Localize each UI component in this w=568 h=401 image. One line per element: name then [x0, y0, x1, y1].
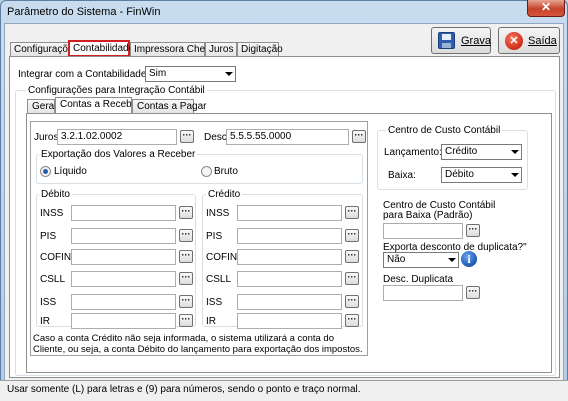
credit-iss-input[interactable]	[237, 294, 342, 310]
credit-cofins-lookup-button[interactable]: ···	[345, 250, 359, 263]
debit-label-inss: INSS	[40, 208, 64, 219]
save-button-label: Grava	[461, 35, 491, 47]
credit-inss-input[interactable]	[237, 205, 342, 221]
default-cc-label-line2: para Baixa (Padrão)	[383, 210, 473, 221]
export-discount-select[interactable]: Não	[383, 252, 459, 268]
credit-iss-lookup-button[interactable]: ···	[345, 295, 359, 308]
subtab-geral[interactable]: Geral	[27, 99, 57, 114]
debit-cofins-input[interactable]	[71, 249, 176, 265]
debit-label-iss: ISS	[40, 297, 57, 308]
tab-digitacao[interactable]: Digitação	[237, 42, 283, 57]
desc-account-input[interactable]: 5.5.5.55.0000	[226, 129, 349, 145]
credit-csll-input[interactable]	[237, 271, 342, 287]
debit-iss-input[interactable]	[71, 294, 176, 310]
subtab-contas-a-pagar[interactable]: Contas a Pagar	[132, 99, 207, 114]
chevron-down-icon	[225, 72, 233, 76]
credit-label-inss: INSS	[206, 208, 230, 219]
floppy-disk-icon	[438, 32, 455, 49]
debit-csll-input[interactable]	[71, 271, 176, 287]
gross-radio[interactable]	[201, 166, 212, 177]
integration-group-title: Configurações para Integração Contábil	[26, 85, 207, 96]
integrate-select[interactable]: Sim	[145, 66, 236, 82]
subtab-contas-a-receber[interactable]: Contas a Receber	[55, 97, 141, 114]
debit-title: Débito	[39, 189, 72, 200]
settle-select-value: Débito	[445, 169, 474, 180]
credit-csll-lookup-button[interactable]: ···	[345, 272, 359, 285]
settle-label: Baixa:	[388, 170, 416, 181]
juros-label: Juros	[34, 132, 59, 143]
settle-select[interactable]: Débito	[441, 167, 522, 183]
tab-label: Digitação	[241, 44, 283, 55]
status-text: Usar somente (L) para letras e (9) para …	[7, 384, 361, 395]
exit-button-label: Saída	[528, 35, 557, 47]
debit-inss-lookup-button[interactable]: ···	[179, 206, 193, 219]
subtab-label: Contas a Pagar	[137, 101, 207, 112]
juros-account-value: 3.2.1.02.0002	[61, 131, 123, 142]
subtab-label: Contas a Receber	[60, 99, 141, 110]
credit-label-pis: PIS	[206, 231, 223, 242]
credit-label-ir: IR	[206, 316, 216, 327]
integrate-label: Integrar com a Contabilidade ?	[18, 69, 155, 80]
exit-button[interactable]: ✕ Saída	[498, 27, 560, 54]
chevron-down-icon	[511, 173, 519, 177]
launch-select[interactable]: Crédito	[441, 144, 522, 160]
debit-label-ir: IR	[40, 316, 50, 327]
tab-configuracoes[interactable]: Configurações	[10, 42, 78, 57]
credit-cofins-input[interactable]	[237, 249, 342, 265]
juros-lookup-button[interactable]: ···	[180, 130, 194, 143]
export-values-title: Exportação dos Valores a Receber	[39, 149, 198, 160]
window-close-button[interactable]: ✕	[527, 0, 565, 17]
debit-cofins-lookup-button[interactable]: ···	[179, 250, 193, 263]
debit-label-pis: PIS	[40, 231, 57, 242]
tab-label: Juros	[209, 44, 234, 55]
save-button[interactable]: Grava	[431, 27, 491, 54]
launch-select-value: Crédito	[445, 146, 478, 157]
credit-inss-lookup-button[interactable]: ···	[345, 206, 359, 219]
close-icon: ✕	[540, 0, 552, 14]
juros-account-input[interactable]: 3.2.1.02.0002	[57, 129, 177, 145]
exit-x-icon: ✕	[505, 32, 523, 50]
desc-lookup-button[interactable]: ···	[352, 130, 366, 143]
tab-juros[interactable]: Juros	[205, 42, 237, 57]
cost-center-title: Centro de Custo Contábil	[386, 125, 503, 136]
tab-contabilidade[interactable]: Contabilidade	[68, 40, 134, 57]
debit-pis-lookup-button[interactable]: ···	[179, 229, 193, 242]
desc-account-value: 5.5.5.55.0000	[230, 131, 292, 142]
credit-account-note: Caso a conta Crédito não seja informada,…	[33, 333, 363, 355]
debit-ir-input[interactable]	[71, 313, 176, 329]
tab-label: Contabilidade	[73, 43, 135, 54]
credit-label-csll: CSLL	[206, 274, 232, 285]
liquid-radio-label: Líquido	[54, 166, 87, 177]
chevron-down-icon	[511, 150, 519, 154]
info-icon[interactable]: i	[461, 251, 477, 267]
launch-label: Lançamento:	[384, 147, 442, 158]
subtab-label: Geral	[32, 101, 57, 112]
tab-impressora-cheque[interactable]: Impressora Cheque	[130, 42, 222, 57]
debit-ir-lookup-button[interactable]: ···	[179, 314, 193, 327]
credit-label-iss: ISS	[206, 297, 223, 308]
window-title: Parâmetro do Sistema - FinWin	[7, 6, 161, 18]
debit-pis-input[interactable]	[71, 228, 176, 244]
dup-discount-label: Desc. Duplicata	[383, 274, 454, 285]
credit-pis-lookup-button[interactable]: ···	[345, 229, 359, 242]
debit-label-csll: CSLL	[40, 274, 66, 285]
dup-discount-input[interactable]	[383, 285, 463, 301]
chevron-down-icon	[448, 258, 456, 262]
credit-ir-input[interactable]	[237, 313, 342, 329]
export-discount-value: Não	[387, 254, 406, 265]
credit-title: Crédito	[206, 189, 243, 200]
default-cc-lookup-button[interactable]: ···	[466, 224, 480, 237]
debit-iss-lookup-button[interactable]: ···	[179, 295, 193, 308]
debit-inss-input[interactable]	[71, 205, 176, 221]
credit-ir-lookup-button[interactable]: ···	[345, 314, 359, 327]
gross-radio-label: Bruto	[214, 166, 238, 177]
integrate-select-value: Sim	[149, 68, 167, 79]
credit-pis-input[interactable]	[237, 228, 342, 244]
dup-discount-lookup-button[interactable]: ···	[466, 286, 480, 299]
liquid-radio[interactable]	[40, 166, 51, 177]
default-cc-input[interactable]	[383, 223, 463, 239]
debit-csll-lookup-button[interactable]: ···	[179, 272, 193, 285]
